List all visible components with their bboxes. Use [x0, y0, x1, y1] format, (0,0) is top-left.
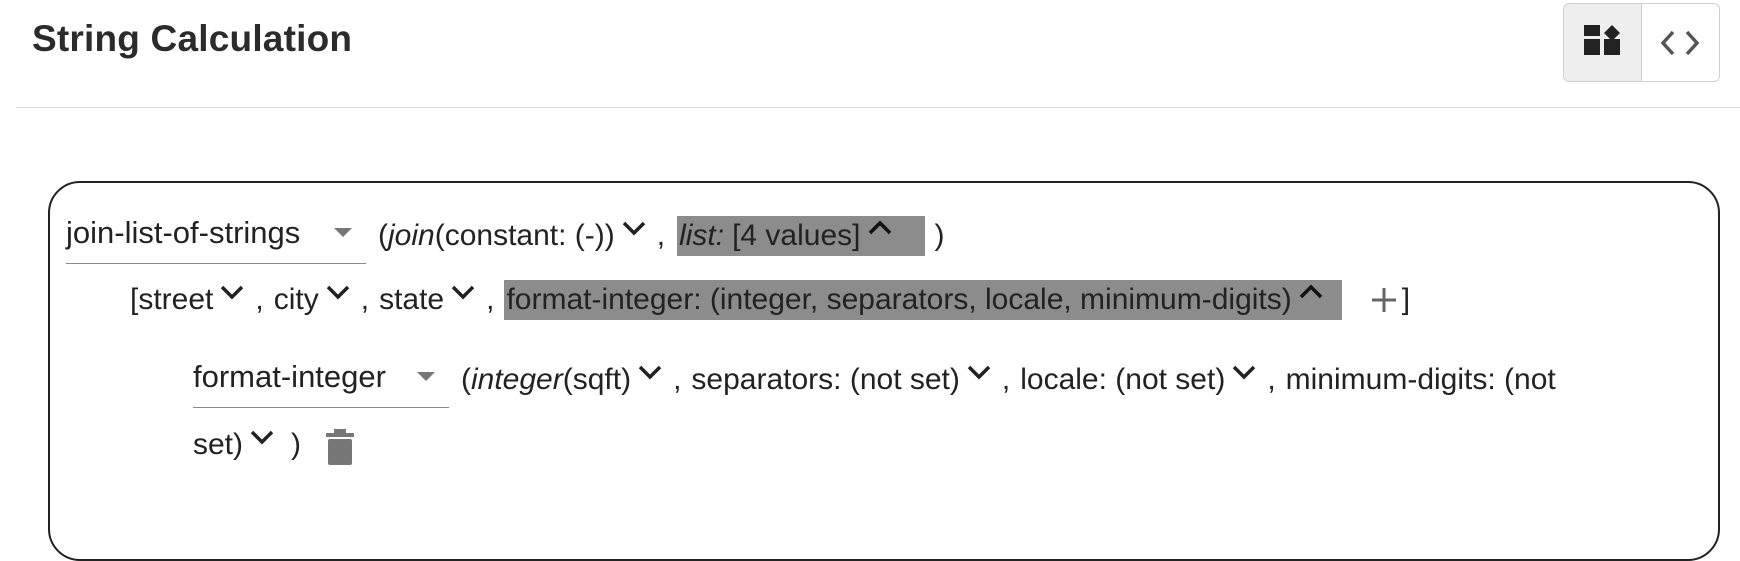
list-item-format-integer-expanded[interactable]: format-integer: (integer, separators, lo…	[504, 280, 1342, 320]
comma: ,	[360, 283, 370, 316]
function-select[interactable]: join-list-of-strings	[66, 208, 366, 264]
chevron-up-icon[interactable]	[867, 218, 893, 238]
chevron-down-icon[interactable]	[1231, 362, 1257, 382]
integer-arg-label: integer	[471, 363, 563, 396]
page-title: String Calculation	[32, 18, 353, 59]
chevron-down-icon[interactable]	[325, 282, 351, 302]
chevron-down-icon[interactable]	[450, 282, 476, 302]
paren-close: )	[291, 428, 302, 461]
join-arg-label: join	[388, 219, 435, 252]
blocks-view-button[interactable]	[1564, 4, 1642, 81]
expression-row-list: [ street , city , state , format-integer…	[130, 270, 1410, 330]
inner-function-select-value: format-integer	[193, 358, 386, 394]
comma: ,	[255, 283, 264, 316]
list-arg-value: [4 values]	[732, 219, 861, 252]
comma: ,	[1267, 363, 1276, 396]
list-item-format-integer: format-integer: (integer, separators, lo…	[506, 283, 1292, 316]
list-arg-label: list:	[679, 219, 725, 252]
paren-open: (	[378, 219, 388, 252]
chevron-down-icon[interactable]	[219, 282, 245, 302]
dropdown-arrow-icon	[417, 372, 435, 381]
chevron-down-icon[interactable]	[249, 427, 275, 447]
list-arg-expanded[interactable]: list: [4 values]	[677, 216, 925, 256]
add-item-icon[interactable]	[1370, 286, 1398, 314]
expression-row-format-integer: format-integer ( integer (sqft) , separa…	[193, 350, 1556, 410]
view-mode-toggle	[1563, 3, 1720, 82]
comma: ,	[673, 363, 682, 396]
expression-row-format-integer-cont: set) )	[193, 415, 355, 475]
comma: ,	[656, 219, 666, 252]
locale-arg: locale: (not set)	[1020, 363, 1226, 396]
chevron-up-icon[interactable]	[1298, 282, 1324, 302]
blocks-view-icon	[1584, 24, 1621, 55]
chevron-down-icon[interactable]	[637, 362, 663, 382]
list-item-city: city	[273, 283, 319, 316]
minimum-digits-arg: minimum-digits: (not	[1285, 363, 1556, 396]
comma: ,	[486, 283, 495, 316]
dropdown-arrow-icon	[334, 228, 352, 237]
paren-close: )	[934, 219, 945, 252]
separators-arg: separators: (not set)	[691, 363, 960, 396]
integer-arg-value: (sqft)	[562, 363, 632, 396]
list-item-street: street	[138, 283, 214, 316]
code-view-button[interactable]	[1642, 4, 1720, 81]
inner-function-select[interactable]: format-integer	[193, 352, 449, 408]
expression-row-root: join-list-of-strings ( join (constant: (…	[66, 206, 945, 266]
list-open-bracket: [	[130, 283, 139, 316]
list-close-bracket: ]	[1401, 283, 1411, 316]
join-arg-value: (constant: (-))	[434, 219, 615, 252]
chevron-down-icon[interactable]	[966, 362, 992, 382]
list-item-state: state	[379, 283, 445, 316]
comma: ,	[1001, 363, 1011, 396]
header-divider	[16, 107, 1740, 108]
function-select-value: join-list-of-strings	[66, 214, 301, 250]
chevron-down-icon[interactable]	[621, 218, 647, 238]
paren-open: (	[461, 363, 471, 396]
minimum-digits-arg-cont: set)	[193, 428, 244, 461]
trash-icon[interactable]	[325, 428, 355, 466]
code-view-icon	[1660, 30, 1700, 55]
